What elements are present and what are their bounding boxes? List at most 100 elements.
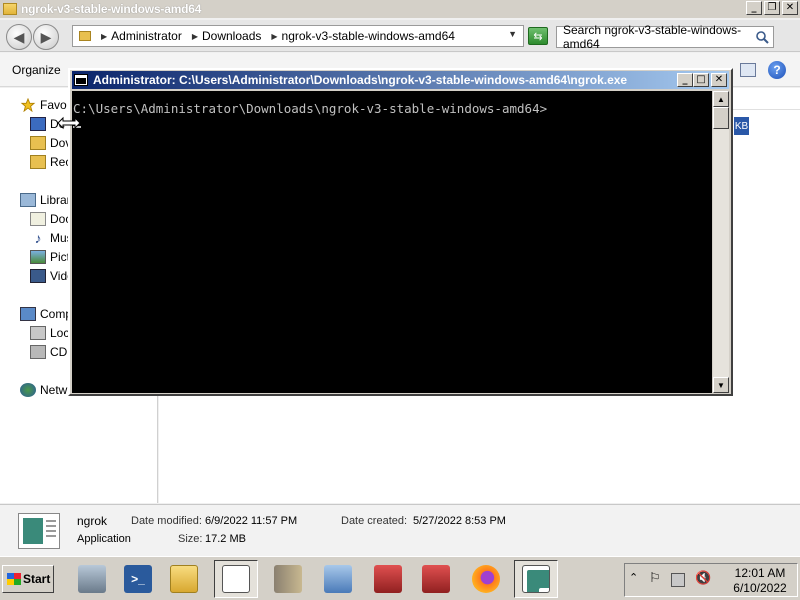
refresh-button[interactable]: ⇆ — [528, 27, 548, 45]
minimize-button[interactable]: _ — [677, 73, 693, 87]
search-input[interactable]: Search ngrok-v3-stable-windows-amd64 — [556, 23, 774, 51]
clock-date[interactable]: 6/10/2022 — [725, 581, 795, 595]
videos-icon — [30, 269, 46, 283]
show-hidden-icons-icon[interactable]: ⌃ — [629, 571, 643, 585]
nav-item-downloads[interactable]: Dov — [30, 136, 71, 150]
network-status-icon[interactable] — [671, 573, 685, 587]
date-modified-label: Date modified: — [131, 515, 202, 527]
scroll-down-button[interactable]: ▼ — [713, 377, 729, 393]
pictures-icon — [30, 250, 46, 264]
nav-item-favorites[interactable]: Favo — [20, 98, 67, 112]
music-icon: ♪ — [34, 230, 42, 246]
breadcrumb-downloads[interactable]: Downloads — [202, 29, 261, 43]
details-pane: ngrok Application Date modified: 6/9/202… — [0, 504, 800, 556]
scroll-up-button[interactable]: ▲ — [713, 91, 729, 107]
recent-places-icon — [30, 155, 46, 169]
documents-icon — [30, 212, 46, 226]
console-title-bar[interactable]: Administrator: C:\Users\Administrator\Do… — [72, 71, 729, 89]
search-placeholder: Search ngrok-v3-stable-windows-amd64 — [563, 23, 742, 51]
libraries-icon — [20, 193, 36, 207]
nav-label: CD — [50, 345, 68, 359]
taskbar-powershell[interactable]: >_ — [116, 560, 160, 598]
taskbar-server-manager[interactable] — [70, 560, 114, 598]
nav-label: Loc — [50, 326, 70, 340]
minimize-button[interactable]: _ — [746, 1, 762, 15]
explorer-caption-buttons: _ ❐ ✕ — [746, 1, 798, 15]
clock-time[interactable]: 12:01 AM — [725, 566, 795, 580]
back-arrow-icon: ◀ — [13, 28, 25, 45]
nav-item-network[interactable]: Netw — [20, 383, 67, 397]
maximize-button[interactable]: □ — [693, 73, 709, 87]
close-button[interactable]: ✕ — [782, 1, 798, 15]
nav-item-music[interactable]: ♪ Mus — [30, 231, 73, 245]
start-button[interactable]: Start — [2, 565, 54, 593]
toolbox-icon — [422, 565, 450, 593]
restore-button[interactable]: ❐ — [764, 1, 780, 15]
desktop-icon — [30, 117, 46, 131]
organize-button[interactable]: Organize▼ — [12, 63, 75, 77]
chevron-down-icon[interactable]: ▼ — [508, 29, 517, 39]
address-bar: ◀ ▶ ▶ Administrator ▶ Downloads ▶ ngrok-… — [0, 20, 800, 52]
preview-pane-icon[interactable] — [740, 63, 756, 77]
nav-item-documents[interactable]: Doc — [30, 212, 71, 226]
console-output[interactable]: C:\Users\Administrator\Downloads\ngrok-v… — [72, 91, 712, 393]
search-icon[interactable] — [755, 30, 769, 44]
refresh-icon: ⇆ — [533, 30, 543, 43]
console-title: Administrator: C:\Users\Administrator\Do… — [93, 73, 628, 87]
help-icon[interactable]: ? — [768, 61, 786, 79]
nav-label: Pict — [50, 250, 71, 264]
explorer-title: ngrok-v3-stable-windows-amd64 — [21, 2, 202, 16]
volume-muted-icon[interactable]: 🔇 — [695, 570, 711, 585]
network-icon — [20, 383, 36, 397]
taskbar-firefox[interactable] — [464, 560, 508, 598]
taskbar-tools[interactable] — [266, 560, 310, 598]
powershell-icon: >_ — [124, 565, 152, 593]
chevron-right-icon[interactable]: ▶ — [271, 32, 277, 41]
breadcrumb-administrator[interactable]: Administrator — [111, 29, 182, 43]
size-value: 17.2 MB — [205, 533, 246, 545]
downloads-icon — [30, 136, 46, 150]
taskbar-toolbox[interactable] — [366, 560, 410, 598]
breadcrumb-ngrok-folder[interactable]: ngrok-v3-stable-windows-amd64 — [282, 29, 455, 43]
firefox-icon — [472, 565, 500, 593]
console-prompt: C:\Users\Administrator\Downloads\ngrok-v… — [73, 101, 548, 116]
taskbar-explorer[interactable] — [162, 560, 206, 598]
address-field[interactable]: ▶ Administrator ▶ Downloads ▶ ngrok-v3-s… — [72, 25, 524, 47]
nav-item-cd-drive[interactable]: CD — [30, 345, 67, 359]
close-button[interactable]: ✕ — [711, 73, 727, 87]
column-header[interactable] — [729, 88, 800, 110]
nav-label: Netw — [40, 383, 68, 397]
chevron-down-icon: ▼ — [717, 380, 725, 390]
taskbar: Start >_ ⌃ ⚐ 🔇 12:01 AM 6/10/2022 — [0, 556, 800, 600]
taskbar-toolbox-2[interactable] — [414, 560, 458, 598]
tools-icon — [274, 565, 302, 593]
chevron-right-icon[interactable]: ▶ — [192, 32, 198, 41]
explorer-folder-icon — [170, 565, 198, 593]
nav-item-local-disk[interactable]: Loc — [30, 326, 69, 340]
taskbar-notepad[interactable] — [214, 560, 258, 598]
organize-label: Organize — [12, 63, 61, 77]
forward-button[interactable]: ▶ — [33, 24, 59, 50]
nav-item-computer[interactable]: Comp — [20, 307, 72, 321]
console-icon[interactable] — [74, 74, 88, 86]
resize-cursor-icon — [57, 116, 81, 130]
back-button[interactable]: ◀ — [6, 24, 32, 50]
taskbar-control-panel[interactable] — [316, 560, 360, 598]
nav-label: Favo — [40, 98, 67, 112]
local-disk-icon — [30, 326, 46, 340]
console-window[interactable]: Administrator: C:\Users\Administrator\Do… — [68, 68, 733, 396]
scrollbar-thumb[interactable] — [713, 107, 729, 129]
toolbox-icon — [374, 565, 402, 593]
windows-logo-icon — [7, 573, 21, 585]
console-caption-buttons: _ □ ✕ — [677, 73, 727, 87]
nav-item-libraries[interactable]: Librar — [20, 193, 71, 207]
chevron-right-icon[interactable]: ▶ — [101, 32, 107, 41]
size-cell-fragment: KB — [734, 117, 749, 135]
nav-item-pictures[interactable]: Pict — [30, 250, 70, 264]
action-center-flag-icon[interactable]: ⚐ — [649, 570, 663, 585]
explorer-title-bar[interactable]: ngrok-v3-stable-windows-amd64 _ ❐ ✕ — [0, 0, 800, 18]
control-panel-icon — [324, 565, 352, 593]
nav-item-recent-places[interactable]: Rec — [30, 155, 71, 169]
taskbar-console[interactable] — [514, 560, 558, 598]
vertical-scrollbar[interactable]: ▲ ▼ — [713, 91, 729, 393]
